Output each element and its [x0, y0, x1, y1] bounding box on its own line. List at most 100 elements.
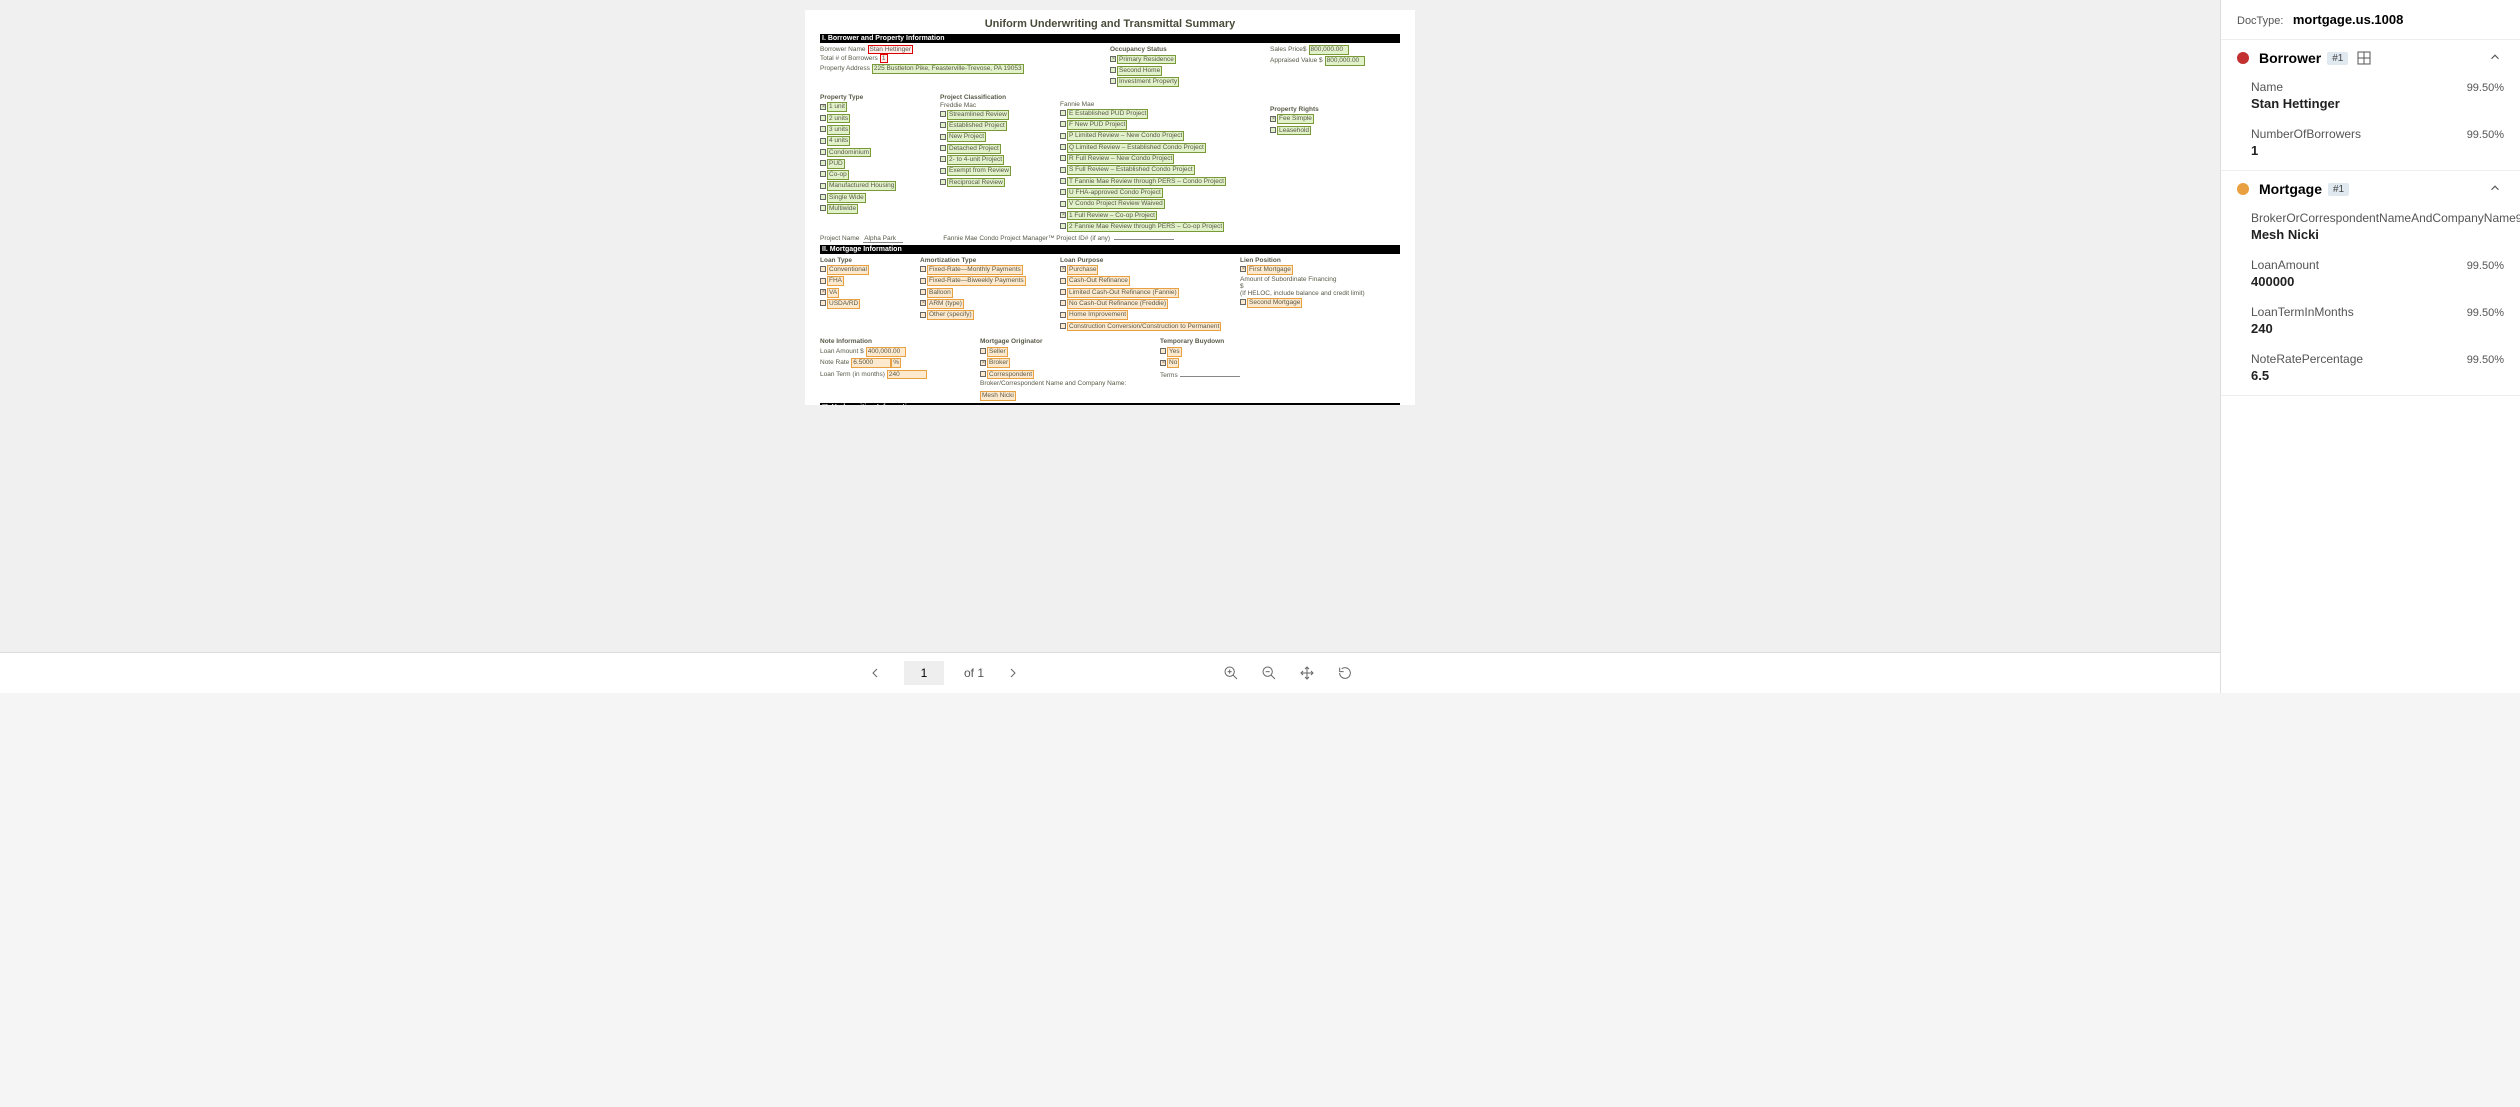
- list-item: 2 units: [827, 114, 850, 124]
- checkbox-icon: [1060, 201, 1066, 207]
- field-confidence: 99.50%: [2467, 260, 2504, 272]
- occ-second: Second Home: [1117, 66, 1162, 76]
- checkbox-icon: [1060, 289, 1066, 295]
- note-rate-value: 6.5000: [851, 358, 891, 368]
- list-item: Other (specify): [927, 310, 974, 320]
- loan-purpose-list: PurchaseCash-Out RefinanceLimited Cash-O…: [1060, 265, 1230, 332]
- checkbox-icon: [820, 183, 826, 189]
- entity-dot-icon: [2237, 183, 2249, 195]
- amort-list: Fixed-Rate—Monthly PaymentsFixed-Rate—Bi…: [920, 265, 1050, 321]
- fannie-label: Fannie Mae: [1060, 101, 1258, 108]
- list-item: F New PUD Project: [1067, 120, 1127, 130]
- field-block[interactable]: Name99.50%Stan Hettinger: [2221, 76, 2520, 123]
- checkbox-icon: [940, 168, 946, 174]
- field-name: BrokerOrCorrespondentNameAndCompanyName: [2251, 211, 2516, 225]
- loan-type-label: Loan Type: [820, 257, 910, 264]
- list-item: 3 units: [827, 125, 850, 135]
- next-page-button[interactable]: [1004, 664, 1022, 682]
- checkbox-icon: [1060, 300, 1066, 306]
- mortgage-orig-label: Mortgage Originator: [980, 338, 1150, 345]
- list-item: Conventional: [827, 265, 869, 275]
- list-item: 4 units: [827, 136, 850, 146]
- page-of-label: of 1: [964, 666, 984, 680]
- borrower-name-value: Stan Hettinger: [868, 45, 914, 54]
- list-item: Streamlined Review: [947, 110, 1009, 120]
- buydown-label: Temporary Buydown: [1160, 338, 1400, 345]
- lien-label: Lien Position: [1240, 257, 1400, 264]
- list-item: 1 unit: [827, 102, 847, 112]
- list-item: Co-op: [827, 170, 849, 180]
- occupancy-status-label: Occupancy Status: [1110, 46, 1240, 53]
- list-item: Limited Cash-Out Refinance (Fannie): [1067, 288, 1179, 298]
- list-item: Fixed-Rate—Monthly Payments: [927, 265, 1023, 275]
- field-block[interactable]: LoanTermInMonths99.50%240: [2221, 301, 2520, 348]
- doctype-value: mortgage.us.1008: [2293, 12, 2404, 27]
- note-rate-label: Note Rate: [820, 359, 849, 366]
- note-info-label: Note Information: [820, 338, 970, 345]
- checkbox-icon: [820, 126, 826, 132]
- chevron-up-icon[interactable]: [2488, 50, 2504, 66]
- chevron-up-icon[interactable]: [2488, 181, 2504, 197]
- field-confidence: 99.50%: [2467, 307, 2504, 319]
- checkbox-icon: [820, 205, 826, 211]
- checkbox-icon: [820, 171, 826, 177]
- broker-corr-label: Broker/Correspondent Name and Company Na…: [980, 380, 1148, 387]
- field-confidence: 99.50%: [2467, 82, 2504, 94]
- panel-header: DocType: mortgage.us.1008: [2221, 0, 2520, 40]
- total-borrowers-label: Total # of Borrowers: [820, 55, 878, 62]
- field-name: NumberOfBorrowers: [2251, 127, 2361, 141]
- pan-icon[interactable]: [1298, 664, 1316, 682]
- list-item: Q Limited Review – Established Condo Pro…: [1067, 143, 1206, 153]
- list-item: Manufactured Housing: [827, 181, 896, 191]
- lien-first: First Mortgage: [1247, 265, 1293, 275]
- sales-price-value: 800,000.00: [1309, 45, 1349, 55]
- list-item: FHA: [827, 276, 844, 286]
- prev-page-button[interactable]: [866, 664, 884, 682]
- field-block[interactable]: BrokerOrCorrespondentNameAndCompanyName9…: [2221, 207, 2520, 254]
- fannie-mgr-label: Fannie Mae Condo Project Manager™ Projec…: [943, 235, 1110, 242]
- checkbox-icon: [1110, 78, 1116, 84]
- field-value: 6.5: [2251, 368, 2504, 383]
- checkbox-icon: [1240, 266, 1246, 272]
- checkbox-icon: [940, 156, 946, 162]
- fannie-mgr-value: [1114, 239, 1174, 240]
- zoom-in-icon[interactable]: [1222, 664, 1240, 682]
- loan-term-value: 240: [887, 370, 927, 380]
- checkbox-icon: [1060, 121, 1066, 127]
- extraction-panel: DocType: mortgage.us.1008 Borrower#1Name…: [2220, 0, 2520, 693]
- list-item: No Cash-Out Refinance (Freddie): [1067, 299, 1168, 309]
- field-block[interactable]: NumberOfBorrowers99.50%1: [2221, 123, 2520, 170]
- list-item: Construction Conversion/Construction to …: [1067, 322, 1221, 332]
- entity-header[interactable]: Borrower#1: [2221, 40, 2520, 76]
- checkbox-icon: [1060, 133, 1066, 139]
- page-number-input[interactable]: [904, 661, 944, 685]
- zoom-out-icon[interactable]: [1260, 664, 1278, 682]
- list-item: Single Wide: [827, 193, 866, 203]
- list-item: 2- to 4-unit Project: [947, 155, 1004, 165]
- grid-icon[interactable]: [2356, 50, 2372, 66]
- loan-amount-value: 400,000.00: [866, 347, 906, 357]
- checkbox-icon: [820, 289, 826, 295]
- project-name-value: Alpha Park: [863, 235, 903, 243]
- list-item: Fixed-Rate—Biweekly Payments: [927, 276, 1026, 286]
- entity-header[interactable]: Mortgage#1: [2221, 171, 2520, 207]
- lien-dollar: $: [1240, 283, 1398, 290]
- field-name: NoteRatePercentage: [2251, 352, 2363, 366]
- checkbox-icon: [980, 371, 986, 377]
- field-block[interactable]: LoanAmount99.50%400000: [2221, 254, 2520, 301]
- field-value: 400000: [2251, 274, 2504, 289]
- checkbox-icon: [920, 289, 926, 295]
- entity-group: Borrower#1Name99.50%Stan HettingerNumber…: [2221, 40, 2520, 171]
- freddie-label: Freddie Mac: [940, 102, 1048, 109]
- property-address-label: Property Address: [820, 65, 870, 72]
- sales-price-label: Sales Price$: [1270, 46, 1307, 53]
- loan-purpose-label: Loan Purpose: [1060, 257, 1230, 264]
- entity-title: Mortgage: [2259, 181, 2322, 197]
- list-item: Yes: [1167, 347, 1182, 357]
- list-item: Reciprocal Review: [947, 178, 1005, 188]
- list-item: New Project: [947, 132, 986, 142]
- rotate-icon[interactable]: [1336, 664, 1354, 682]
- field-block[interactable]: NoteRatePercentage99.50%6.5: [2221, 348, 2520, 395]
- checkbox-icon: [1060, 167, 1066, 173]
- document-page: Uniform Underwriting and Transmittal Sum…: [805, 10, 1415, 405]
